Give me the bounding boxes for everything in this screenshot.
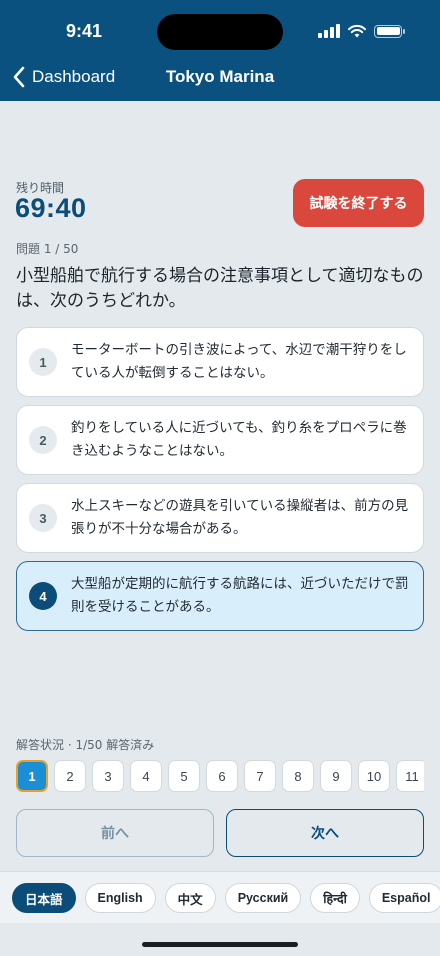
app-header: 9:41 Dashboard Tokyo Marina [0, 0, 440, 101]
question-nav-button[interactable]: 2 [54, 760, 86, 792]
language-option[interactable]: 中文 [164, 883, 216, 913]
previous-button[interactable]: 前へ [16, 809, 214, 857]
option-text: 大型船が定期的に航行する航路には、近づいただけで罰則を受けることがある。 [71, 576, 409, 615]
dynamic-island [157, 14, 283, 50]
timer-value: 69:40 [15, 193, 87, 223]
end-exam-button[interactable]: 試験を終了する [293, 179, 424, 227]
language-option[interactable]: English [84, 883, 156, 913]
option-number: 1 [29, 348, 57, 376]
option-text: モーターボートの引き波によって、水辺で潮干狩りをしている人が転倒することはない。 [71, 342, 407, 381]
wifi-icon [348, 24, 366, 38]
answer-option-2[interactable]: 2 釣りをしている人に近づいても、釣り糸をプロペラに巻き込むようなことはない。 [16, 405, 424, 475]
home-indicator [142, 942, 298, 947]
language-option[interactable]: हिन्दी [310, 883, 360, 913]
next-button[interactable]: 次へ [226, 809, 424, 857]
question-nav-button[interactable]: 7 [244, 760, 276, 792]
language-bar: 日本語 English 中文 Русский हिन्दी Español [0, 871, 440, 923]
question-nav-button[interactable]: 4 [130, 760, 162, 792]
answer-option-4[interactable]: 4 大型船が定期的に航行する航路には、近づいただけで罰則を受けることがある。 [16, 561, 424, 631]
language-option[interactable]: 日本語 [12, 883, 76, 913]
answer-option-3[interactable]: 3 水上スキーなどの遊具を引いている操縦者は、前方の見張りが不十分な場合がある。 [16, 483, 424, 553]
option-number: 2 [29, 426, 57, 454]
language-option[interactable]: Español [368, 883, 440, 913]
page-title: Tokyo Marina [165, 67, 275, 86]
status-icons [318, 24, 405, 38]
cellular-signal-icon [318, 24, 340, 38]
question-counter: 問題 1 / 50 [16, 242, 79, 256]
question-nav-button[interactable]: 6 [206, 760, 238, 792]
answer-option-1[interactable]: 1 モーターボートの引き波によって、水辺で潮干狩りをしている人が転倒することはな… [16, 327, 424, 397]
option-text: 釣りをしている人に近づいても、釣り糸をプロペラに巻き込むようなことはない。 [71, 420, 407, 459]
question-text: 小型船舶で航行する場合の注意事項として適切なものは、次のうちどれか。 [16, 266, 424, 311]
question-nav-button[interactable]: 5 [168, 760, 200, 792]
option-number: 4 [29, 582, 57, 610]
answer-progress-label: 解答状況 · 1/50 解答済み [16, 738, 155, 752]
question-nav-button[interactable]: 8 [282, 760, 314, 792]
question-nav-button[interactable]: 1 [16, 760, 48, 792]
battery-icon [374, 24, 405, 38]
question-nav-button[interactable]: 3 [92, 760, 124, 792]
option-number: 3 [29, 504, 57, 532]
question-nav-button[interactable]: 9 [320, 760, 352, 792]
option-text: 水上スキーなどの遊具を引いている操縦者は、前方の見張りが不十分な場合がある。 [71, 498, 409, 537]
language-option[interactable]: Русский [224, 883, 302, 913]
question-nav-button[interactable]: 10 [358, 760, 390, 792]
question-nav-button[interactable]: 11 [396, 760, 424, 792]
question-navigator: 1 2 3 4 5 6 7 8 9 10 11 [16, 760, 424, 794]
status-time: 9:41 [66, 21, 103, 41]
